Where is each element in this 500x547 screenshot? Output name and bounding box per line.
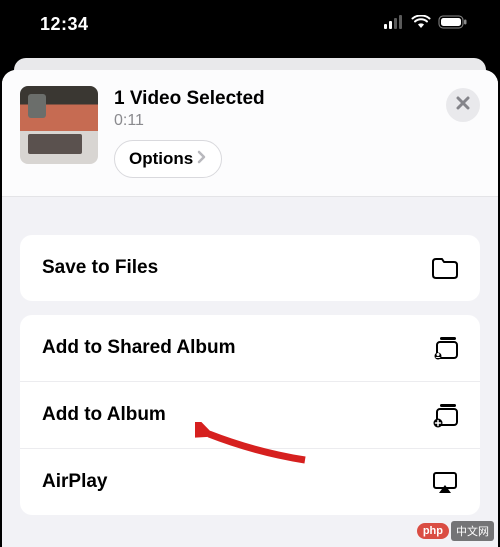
video-thumbnail[interactable] — [20, 86, 98, 164]
options-button[interactable]: Options — [114, 140, 222, 178]
selection-title: 1 Video Selected — [114, 88, 430, 110]
signal-icon — [384, 15, 404, 34]
airplay-row[interactable]: AirPlay — [20, 448, 480, 515]
watermark: php 中文网 — [417, 521, 494, 541]
watermark-badge: php — [417, 523, 449, 539]
action-label: Add to Album — [42, 404, 166, 426]
add-to-shared-album-row[interactable]: Add to Shared Album — [20, 315, 480, 381]
sheet-header: 1 Video Selected 0:11 Options — [2, 70, 498, 197]
action-label: Save to Files — [42, 257, 158, 279]
status-bar: 12:34 — [0, 0, 500, 48]
action-label: AirPlay — [42, 471, 107, 493]
options-label: Options — [129, 149, 193, 169]
add-album-icon — [430, 400, 460, 430]
header-text: 1 Video Selected 0:11 Options — [114, 86, 430, 178]
add-to-album-row[interactable]: Add to Album — [20, 381, 480, 448]
actions-list: Save to Files Add to Shared Album Add to… — [2, 197, 498, 515]
watermark-text: 中文网 — [451, 521, 494, 541]
video-duration: 0:11 — [114, 112, 430, 130]
close-icon — [456, 96, 470, 115]
status-time: 12:34 — [40, 14, 89, 35]
shared-album-icon — [430, 333, 460, 363]
chevron-right-icon — [197, 149, 207, 169]
share-sheet: 1 Video Selected 0:11 Options Save to Fi… — [2, 70, 498, 547]
folder-icon — [430, 253, 460, 283]
battery-icon — [438, 15, 468, 34]
wifi-icon — [411, 15, 431, 34]
airplay-icon — [430, 467, 460, 497]
status-icons — [384, 15, 468, 34]
close-button[interactable] — [446, 88, 480, 122]
save-to-files-row[interactable]: Save to Files — [20, 235, 480, 301]
action-group: Save to Files — [20, 235, 480, 301]
action-label: Add to Shared Album — [42, 337, 236, 359]
action-group: Add to Shared Album Add to Album AirPlay — [20, 315, 480, 515]
